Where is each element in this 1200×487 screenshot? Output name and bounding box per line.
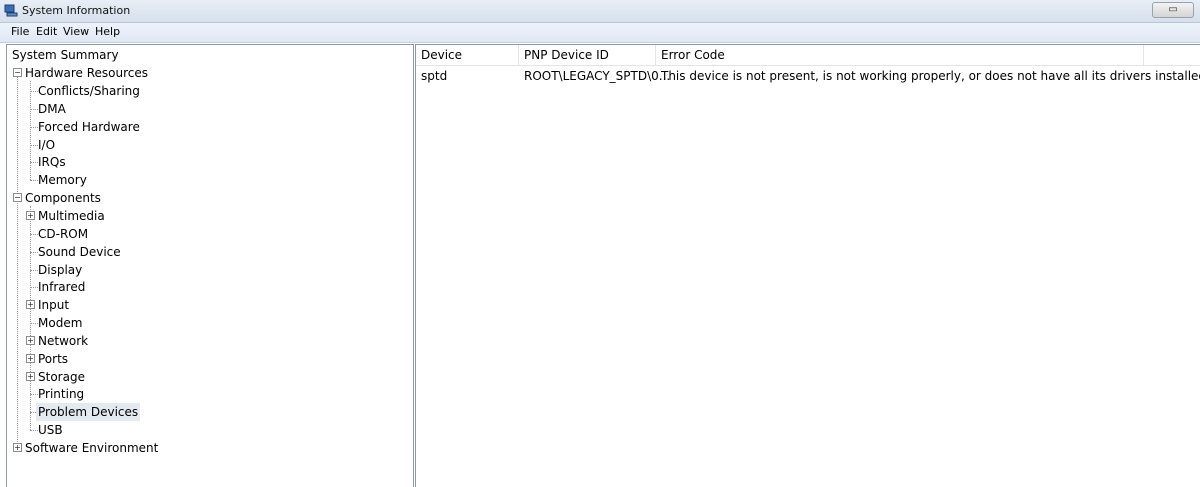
- tree-line: [30, 180, 38, 181]
- tree-line: [30, 270, 38, 271]
- tree-item-irqs[interactable]: IRQs: [38, 153, 66, 171]
- tree-item-forced-hardware[interactable]: Forced Hardware: [38, 118, 140, 136]
- tree-line: [17, 73, 18, 448]
- tree-item-printing[interactable]: Printing: [38, 385, 84, 403]
- details-list[interactable]: Device PNP Device ID Error Code sptd ROO…: [415, 44, 1200, 487]
- tree-expander[interactable]: +: [26, 354, 35, 363]
- tree-expander[interactable]: +: [26, 372, 35, 381]
- tree-expander[interactable]: +: [26, 300, 35, 309]
- menu-file[interactable]: File: [10, 25, 30, 38]
- window-title: System Information: [22, 4, 131, 17]
- menu-edit[interactable]: Edit: [35, 25, 58, 38]
- tree-line: [30, 206, 31, 430]
- tree-item-usb[interactable]: USB: [38, 421, 63, 439]
- column-header-device[interactable]: Device: [416, 45, 519, 65]
- tree-item-modem[interactable]: Modem: [38, 314, 82, 332]
- tree-line: [30, 430, 38, 431]
- tree-line: [30, 252, 38, 253]
- category-tree[interactable]: System Summary − Hardware Resources Conf…: [6, 44, 414, 487]
- tree-item-io[interactable]: I/O: [38, 136, 55, 154]
- column-header-pnp-device-id[interactable]: PNP Device ID: [519, 45, 656, 65]
- tree-line: [30, 145, 38, 146]
- list-header: Device PNP Device ID Error Code: [416, 45, 1200, 66]
- tree-item-components[interactable]: Components: [25, 189, 101, 207]
- tree-item-storage[interactable]: Storage: [38, 368, 85, 386]
- window-controls[interactable]: ▭: [1152, 2, 1194, 18]
- table-cell-error-code: This device is not present, is not worki…: [661, 69, 1200, 83]
- tree-expander[interactable]: −: [13, 68, 22, 77]
- tree-item-input[interactable]: Input: [38, 296, 69, 314]
- table-cell-pnp-device-id: ROOT\LEGACY_SPTD\0...: [524, 69, 671, 83]
- tree-expander[interactable]: +: [26, 211, 35, 220]
- tree-item-sound-device[interactable]: Sound Device: [38, 243, 121, 261]
- title-bar[interactable]: System Information ▭: [0, 0, 1200, 23]
- tree-line: [30, 234, 38, 235]
- tree-item-dma[interactable]: DMA: [38, 100, 66, 118]
- menu-help[interactable]: Help: [94, 25, 121, 38]
- tree-item-multimedia[interactable]: Multimedia: [38, 207, 105, 225]
- table-cell-device: sptd: [421, 69, 448, 83]
- tree-line: [30, 81, 31, 180]
- tree-item-ports[interactable]: Ports: [38, 350, 68, 368]
- tree-line: [30, 162, 38, 163]
- tree-line: [30, 109, 38, 110]
- tree-item-conflicts-sharing[interactable]: Conflicts/Sharing: [38, 82, 140, 100]
- tree-item-network[interactable]: Network: [38, 332, 88, 350]
- tree-item-display[interactable]: Display: [38, 261, 82, 279]
- tree-expander[interactable]: +: [26, 336, 35, 345]
- tree-line: [30, 394, 38, 395]
- column-header-error-code[interactable]: Error Code: [656, 45, 1144, 65]
- tree-expander[interactable]: −: [13, 193, 22, 202]
- tree-line: [30, 287, 38, 288]
- system-information-icon: [4, 4, 18, 17]
- tree-item-hardware-resources[interactable]: Hardware Resources: [25, 64, 148, 82]
- tree-line: [30, 323, 38, 324]
- tree-item-cd-rom[interactable]: CD-ROM: [38, 225, 88, 243]
- tree-item-problem-devices[interactable]: Problem Devices: [36, 403, 141, 421]
- tree-item-infrared[interactable]: Infrared: [38, 278, 85, 296]
- menu-view[interactable]: View: [62, 25, 90, 38]
- tree-item-system-summary[interactable]: System Summary: [12, 46, 119, 64]
- tree-item-memory[interactable]: Memory: [38, 171, 87, 189]
- tree-line: [30, 91, 38, 92]
- menu-bar: File Edit View Help: [0, 23, 1200, 43]
- tree-expander[interactable]: +: [13, 443, 22, 452]
- tree-item-software-environment[interactable]: Software Environment: [25, 439, 158, 457]
- tree-line: [30, 127, 38, 128]
